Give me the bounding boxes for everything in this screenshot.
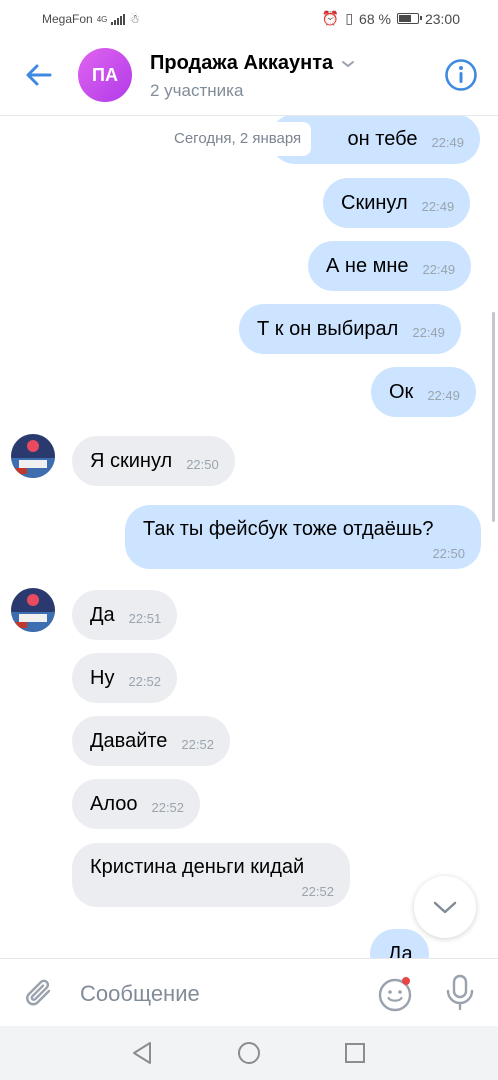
- message-incoming[interactable]: Алоо 22:52: [72, 779, 201, 829]
- info-icon[interactable]: [444, 58, 478, 92]
- clock: 23:00: [424, 10, 460, 27]
- date-separator: Сегодня, 2 января: [164, 122, 312, 156]
- microphone-icon[interactable]: [442, 973, 478, 1013]
- battery-icon: [396, 13, 422, 24]
- carrier-name: MegaFon: [42, 12, 93, 26]
- message-incoming[interactable]: Кристина деньги кидай 22:52: [72, 843, 350, 907]
- vibrate-icon: ▯: [345, 10, 354, 26]
- message-outgoing[interactable]: Да: [370, 929, 429, 958]
- system-navigation-bar: [0, 1026, 498, 1080]
- message-input[interactable]: Сообщение: [80, 981, 200, 1007]
- message-incoming[interactable]: Да 22:51: [72, 590, 178, 640]
- battery-percent: 68 %: [359, 10, 391, 27]
- status-bar: MegaFon 4G ☃ ⏰ ▯ 68 % 23:00: [0, 0, 498, 36]
- scroll-down-button[interactable]: [414, 876, 476, 938]
- chat-header: ПА Продажа Аккаунта 2 участника: [0, 36, 498, 116]
- chevron-down-icon: [342, 60, 355, 67]
- emoji-icon[interactable]: [376, 975, 414, 1013]
- message-composer: Сообщение: [0, 958, 498, 1026]
- user-avatar[interactable]: [11, 588, 55, 632]
- user-avatar[interactable]: [11, 434, 55, 478]
- message-outgoing[interactable]: Так ты фейсбук тоже отдаёшь? 22:50: [125, 505, 481, 569]
- message-incoming[interactable]: Ну 22:52: [72, 653, 177, 703]
- alarm-icon: ⏰: [321, 10, 340, 26]
- attachment-icon[interactable]: [22, 975, 58, 1011]
- network-type: 4G: [96, 14, 108, 24]
- message-outgoing[interactable]: Скинул 22:49: [323, 178, 471, 228]
- notification-icon: ☃: [129, 12, 141, 26]
- chat-avatar[interactable]: ПА: [78, 48, 132, 102]
- scrollbar[interactable]: [492, 312, 495, 522]
- chat-subtitle: 2 участника: [150, 81, 244, 100]
- signal-icon: [111, 13, 126, 25]
- message-incoming[interactable]: Давайте 22:52: [72, 716, 230, 766]
- message-incoming[interactable]: Я скинул 22:50: [72, 436, 235, 486]
- chat-title[interactable]: Продажа Аккаунта: [150, 52, 355, 75]
- chevron-down-icon: [433, 901, 457, 914]
- nav-recents-icon[interactable]: [340, 1038, 370, 1068]
- nav-back-icon[interactable]: [128, 1038, 158, 1068]
- back-arrow-icon[interactable]: [22, 58, 56, 92]
- message-outgoing[interactable]: Т к он выбирал 22:49: [239, 304, 461, 354]
- message-outgoing[interactable]: Ок 22:49: [371, 367, 476, 417]
- message-outgoing[interactable]: А не мне 22:49: [308, 241, 472, 291]
- message-list[interactable]: Сегодня, 2 января он тебе 22:49 Скинул 22:…: [0, 116, 498, 958]
- nav-home-icon[interactable]: [234, 1038, 264, 1068]
